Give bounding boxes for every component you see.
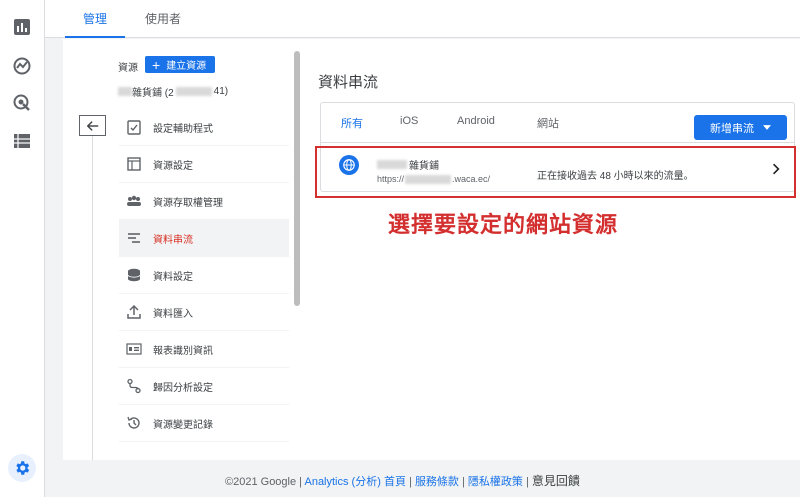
configure-icon[interactable]	[12, 131, 32, 151]
admin-sheet: 資源 + 建立資源 雜貨鋪 (2 41) 設定輔助程式 資源設定 資源存取權管理…	[63, 39, 800, 460]
divider	[92, 136, 93, 460]
reports-icon[interactable]	[12, 17, 32, 37]
menu-item-property-settings[interactable]: 資源設定	[119, 146, 289, 183]
privacy-link[interactable]: 隱私權政策	[468, 476, 523, 488]
tab-users[interactable]: 使用者	[127, 0, 199, 38]
menu-item-attribution-settings[interactable]: 歸因分析設定	[119, 368, 289, 405]
database-icon	[125, 266, 143, 284]
tab-admin[interactable]: 管理	[65, 0, 126, 38]
menu-item-label: 報表識別資訊	[153, 345, 213, 357]
annotation-text: 選擇要設定的網站資源	[388, 212, 619, 237]
menu-item-label: 資料設定	[153, 271, 193, 283]
top-tab-bar: 管理 使用者	[45, 0, 800, 38]
menu-item-label: 設定輔助程式	[153, 123, 213, 135]
menu-item-label: 資源變更記錄	[153, 419, 213, 431]
add-stream-label: 新增串流	[710, 122, 754, 135]
data-streams-title: 資料串流	[318, 74, 379, 91]
create-property-label: 建立資源	[166, 61, 207, 72]
scrollbar-thumb[interactable]	[294, 51, 300, 306]
redacted-id	[175, 87, 212, 96]
stream-filter-tabs: 所有 iOS Android 網站 新增串流	[321, 103, 794, 143]
checklist-icon	[125, 118, 143, 136]
menu-item-change-history[interactable]: 資源變更記錄	[119, 405, 289, 442]
create-property-button[interactable]: + 建立資源	[145, 56, 216, 73]
advertising-icon[interactable]	[12, 93, 32, 113]
admin-gear-icon[interactable]	[8, 454, 36, 482]
property-label: 資源	[118, 63, 138, 74]
attribution-icon	[125, 377, 143, 395]
footer-separator: |	[409, 476, 412, 488]
layout-icon	[125, 155, 143, 173]
menu-item-label: 歸因分析設定	[153, 382, 213, 394]
footer-separator: |	[525, 476, 529, 488]
property-column: 資源 + 建立資源 雜貨鋪 (2 41) 設定輔助程式 資源設定 資源存取權管理…	[63, 39, 300, 460]
redacted-text	[118, 87, 132, 96]
menu-item-reporting-identity[interactable]: 報表識別資訊	[119, 331, 289, 368]
menu-item-setup-assistant[interactable]: 設定輔助程式	[119, 109, 289, 146]
upload-icon	[125, 303, 143, 321]
caret-down-icon	[763, 125, 771, 130]
property-selector[interactable]: 雜貨鋪 (2 41)	[118, 84, 228, 99]
property-menu: 設定輔助程式 資源設定 資源存取權管理 資料串流 資料設定 資料匯入 報表識別資…	[119, 109, 289, 442]
feedback-link[interactable]: 意見回饋	[532, 474, 580, 488]
add-stream-button[interactable]: 新增串流	[694, 115, 787, 140]
data-streams-icon	[125, 229, 143, 247]
people-icon	[125, 192, 143, 210]
highlight-box	[315, 146, 796, 198]
property-name: 雜貨鋪 (2	[132, 88, 174, 99]
explore-icon[interactable]	[12, 56, 32, 76]
reporting-id-icon	[125, 340, 143, 358]
footer-separator: |	[462, 476, 465, 488]
plus-icon: +	[152, 56, 161, 73]
back-button[interactable]	[79, 115, 106, 136]
menu-item-label: 資料串流	[153, 234, 193, 246]
property-name-tail: 41)	[213, 86, 229, 97]
tab-all[interactable]: 所有	[341, 115, 363, 131]
tab-android[interactable]: Android	[457, 115, 495, 127]
footer: ©2021 Google | Analytics (分析) 首頁 | 服務條款 …	[225, 472, 580, 489]
history-icon	[125, 414, 143, 432]
menu-item-label: 資料匯入	[153, 308, 193, 320]
arrow-left-icon	[86, 120, 98, 131]
terms-link[interactable]: 服務條款	[415, 476, 459, 488]
menu-item-data-streams[interactable]: 資料串流	[119, 220, 289, 257]
analytics-home-link[interactable]: Analytics (分析) 首頁	[304, 476, 405, 488]
menu-item-label: 資源存取權管理	[153, 197, 223, 209]
left-nav-rail	[0, 0, 45, 497]
menu-item-access-management[interactable]: 資源存取權管理	[119, 183, 289, 220]
tab-ios[interactable]: iOS	[400, 115, 418, 127]
tab-web[interactable]: 網站	[537, 115, 559, 131]
menu-item-data-import[interactable]: 資料匯入	[119, 294, 289, 331]
menu-item-label: 資源設定	[153, 160, 193, 172]
footer-copyright: ©2021 Google |	[225, 476, 303, 488]
menu-item-data-settings[interactable]: 資料設定	[119, 257, 289, 294]
